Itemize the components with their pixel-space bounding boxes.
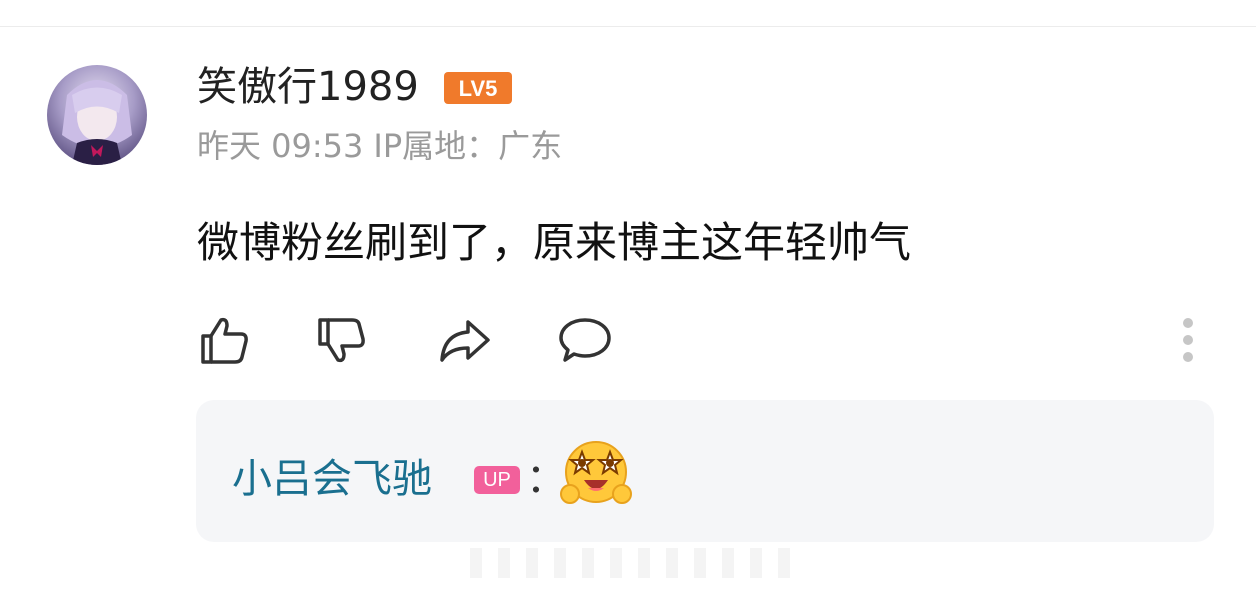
avatar[interactable] bbox=[47, 65, 147, 165]
thumbs-up-icon bbox=[201, 317, 248, 364]
like-button[interactable] bbox=[195, 310, 255, 370]
comment-text: 微博粉丝刷到了，原来博主这年轻帅气 bbox=[197, 218, 912, 267]
starstruck-emoji-icon bbox=[560, 441, 632, 504]
reply-preview[interactable]: 小吕会飞驰 UP ： bbox=[196, 400, 1214, 542]
more-options-icon[interactable] bbox=[1168, 315, 1208, 365]
avatar-image bbox=[62, 80, 132, 165]
ip-location: IP属地：广东 bbox=[373, 127, 563, 165]
dislike-button[interactable] bbox=[312, 310, 372, 370]
reply-button[interactable] bbox=[555, 310, 615, 370]
level-badge-icon: LV5 bbox=[444, 72, 512, 104]
up-badge: UP bbox=[474, 466, 520, 494]
thumbs-down-icon bbox=[318, 318, 365, 363]
comment-time: 昨天 09:53 bbox=[197, 127, 364, 165]
share-arrow-icon bbox=[440, 320, 490, 362]
comment-meta: 昨天 09:53 IP属地：广东 bbox=[197, 126, 572, 166]
username[interactable]: 笑傲行1989 bbox=[197, 62, 419, 112]
comment-bubble-icon bbox=[559, 318, 611, 362]
watermark-strip bbox=[470, 548, 800, 578]
share-button[interactable] bbox=[434, 310, 494, 370]
level-badge-text: LV5 bbox=[459, 76, 498, 101]
reply-author[interactable]: 小吕会飞驰 bbox=[232, 454, 432, 504]
top-divider bbox=[0, 26, 1256, 27]
